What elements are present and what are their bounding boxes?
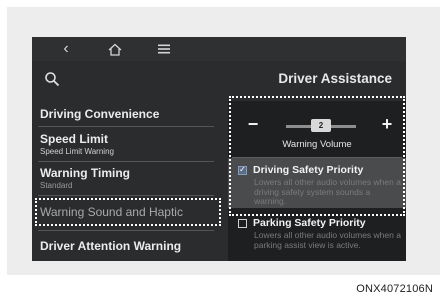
- option-title: Parking Safety Priority: [253, 217, 366, 229]
- navigation-bar: ‹: [32, 37, 406, 61]
- option-description: Lowers all other audio volumes when a dr…: [254, 177, 401, 206]
- checkbox-checked-icon[interactable]: ✓: [238, 165, 247, 175]
- warning-volume-label: Warning Volume: [282, 139, 352, 150]
- menu-item-warning-timing[interactable]: Warning Timing Standard: [32, 166, 220, 190]
- settings-panel: − 2 + Warning Volume ✓ Driving Safety Pr…: [228, 101, 406, 261]
- menu-item-speed-limit[interactable]: Speed Limit Speed Limit Warning: [32, 132, 220, 156]
- menu-item-label: Warning Sound and Haptic: [40, 205, 183, 219]
- divider: [38, 230, 214, 231]
- menu-button[interactable]: [144, 37, 184, 61]
- menu-item-label: Warning Timing: [40, 166, 130, 180]
- volume-decrease-button[interactable]: −: [242, 113, 264, 135]
- menu-item-warning-sound-and-haptic[interactable]: Warning Sound and Haptic: [32, 205, 220, 219]
- home-icon: [108, 43, 122, 56]
- menu-item-label: Driving Convenience: [40, 107, 160, 121]
- title-row: Driver Assistance: [32, 61, 406, 101]
- divider: [38, 126, 214, 127]
- search-button[interactable]: [44, 71, 66, 93]
- home-button[interactable]: [95, 37, 135, 61]
- option-description: Lowers all other audio volumes when a pa…: [254, 230, 401, 250]
- option-parking-safety-priority[interactable]: Parking Safety Priority Lowers all other…: [228, 211, 406, 261]
- menu-icon: [158, 44, 170, 54]
- checkbox-unchecked-icon[interactable]: [238, 218, 247, 228]
- option-title: Driving Safety Priority: [253, 164, 364, 176]
- chevron-left-icon: ‹: [63, 40, 69, 57]
- menu-item-driver-attention-warning[interactable]: Driver Attention Warning: [32, 239, 220, 253]
- menu-item-label: Speed Limit: [40, 132, 109, 146]
- infotainment-screen: ‹ Driver Assistance Driving Convenience …: [32, 37, 406, 261]
- menu-item-sublabel: Standard: [40, 181, 73, 190]
- menu-item-driving-convenience[interactable]: Driving Convenience: [32, 107, 220, 121]
- search-icon: [45, 72, 60, 87]
- volume-slider-thumb[interactable]: 2: [311, 119, 331, 132]
- back-button[interactable]: ‹: [46, 37, 86, 61]
- divider: [38, 195, 214, 196]
- option-driving-safety-priority[interactable]: ✓ Driving Safety Priority Lowers all oth…: [228, 158, 406, 208]
- menu-item-sublabel: Speed Limit Warning: [40, 147, 114, 156]
- menu-item-label: Driver Attention Warning: [40, 239, 182, 253]
- divider: [38, 161, 214, 162]
- warning-volume-control: − 2 + Warning Volume: [228, 101, 406, 150]
- page-title: Driver Assistance: [278, 71, 392, 86]
- figure-caption: ONX4072106N: [356, 283, 433, 295]
- settings-menu: Driving Convenience Speed Limit Speed Li…: [32, 101, 220, 261]
- volume-increase-button[interactable]: +: [376, 113, 398, 135]
